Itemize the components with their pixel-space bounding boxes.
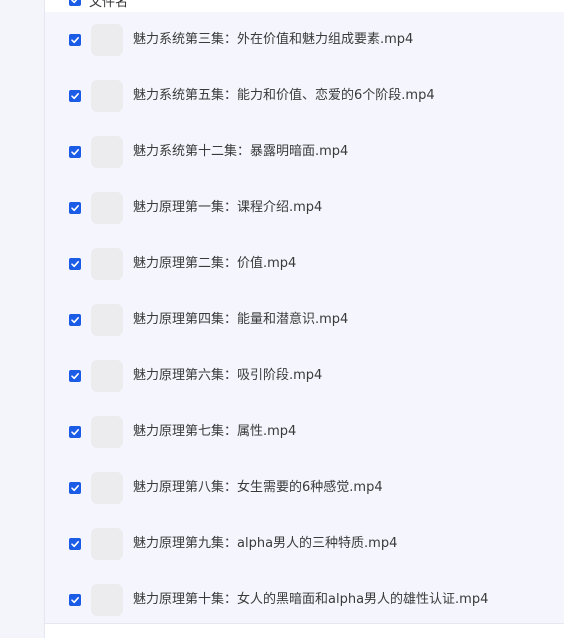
list-footer [45, 624, 564, 638]
file-row[interactable]: 魅力原理第十集：女人的黑暗面和alpha男人的雄性认证.mp4 [45, 572, 564, 628]
file-name: 魅力原理第四集：能量和潜意识.mp4 [133, 312, 349, 327]
file-name: 魅力原理第六集：吸引阶段.mp4 [133, 368, 323, 383]
file-checkbox[interactable] [69, 314, 81, 326]
video-file-icon [91, 248, 123, 280]
file-checkbox[interactable] [69, 538, 81, 550]
play-icon [105, 484, 111, 492]
file-checkbox[interactable] [69, 90, 81, 102]
column-header-filename: 文件名 [89, 0, 129, 10]
file-row[interactable]: 魅力原理第一集：课程介绍.mp4 [45, 180, 564, 236]
video-file-icon [91, 360, 123, 392]
checkmark-icon [71, 93, 79, 100]
file-checkbox[interactable] [69, 146, 81, 158]
file-checkbox[interactable] [69, 34, 81, 46]
file-checkbox[interactable] [69, 482, 81, 494]
file-name: 魅力系统第五集：能力和价值、恋爱的6个阶段.mp4 [133, 88, 435, 103]
video-file-icon [91, 472, 123, 504]
checkmark-icon [71, 485, 79, 492]
checkmark-icon [71, 541, 79, 548]
file-list-panel: 文件名 魅力系统第三集：外在价值和魅力组成要素.mp4 魅力系统第五集：能力和价… [45, 0, 564, 638]
video-file-icon [91, 136, 123, 168]
play-icon [105, 540, 111, 548]
file-checkbox[interactable] [69, 594, 81, 606]
file-row[interactable]: 魅力原理第七集：属性.mp4 [45, 404, 564, 460]
file-name: 魅力原理第七集：属性.mp4 [133, 424, 297, 439]
video-file-icon [91, 24, 123, 56]
file-name: 魅力系统第十二集：暴露明暗面.mp4 [133, 144, 349, 159]
file-checkbox[interactable] [69, 426, 81, 438]
checkmark-icon [71, 261, 79, 268]
play-icon [105, 372, 111, 380]
play-icon [105, 260, 111, 268]
checkmark-icon [71, 429, 79, 436]
file-row[interactable]: 魅力原理第二集：价值.mp4 [45, 236, 564, 292]
play-icon [105, 36, 111, 44]
checkmark-icon [71, 597, 79, 604]
video-file-icon [91, 304, 123, 336]
file-name: 魅力原理第十集：女人的黑暗面和alpha男人的雄性认证.mp4 [133, 592, 489, 607]
play-icon [105, 428, 111, 436]
file-name: 魅力原理第一集：课程介绍.mp4 [133, 200, 323, 215]
file-row[interactable]: 魅力原理第八集：女生需要的6种感觉.mp4 [45, 460, 564, 516]
file-row[interactable]: 魅力系统第五集：能力和价值、恋爱的6个阶段.mp4 [45, 68, 564, 124]
play-icon [105, 316, 111, 324]
file-name: 魅力系统第三集：外在价值和魅力组成要素.mp4 [133, 32, 414, 47]
file-row[interactable]: 魅力原理第六集：吸引阶段.mp4 [45, 348, 564, 404]
video-file-icon [91, 528, 123, 560]
file-row[interactable]: 魅力系统第三集：外在价值和魅力组成要素.mp4 [45, 12, 564, 68]
play-icon [105, 92, 111, 100]
file-name: 魅力原理第八集：女生需要的6种感觉.mp4 [133, 480, 383, 495]
left-sidebar-strip [0, 0, 45, 638]
file-checkbox[interactable] [69, 258, 81, 270]
file-list[interactable]: 文件名 魅力系统第三集：外在价值和魅力组成要素.mp4 魅力系统第五集：能力和价… [45, 0, 564, 624]
play-icon [105, 596, 111, 604]
file-checkbox[interactable] [69, 202, 81, 214]
play-icon [105, 204, 111, 212]
video-file-icon [91, 80, 123, 112]
file-row[interactable]: 魅力原理第九集：alpha男人的三种特质.mp4 [45, 516, 564, 572]
checkmark-icon [71, 149, 79, 156]
file-selection-page: 文件名 魅力系统第三集：外在价值和魅力组成要素.mp4 魅力系统第五集：能力和价… [0, 0, 564, 638]
checkmark-icon [71, 0, 78, 4]
list-header-row: 文件名 [45, 0, 564, 12]
file-row[interactable]: 魅力原理第四集：能量和潜意识.mp4 [45, 292, 564, 348]
file-name: 魅力原理第二集：价值.mp4 [133, 256, 297, 271]
play-icon [105, 148, 111, 156]
checkmark-icon [71, 37, 79, 44]
select-all-checkbox[interactable] [69, 0, 81, 6]
file-name: 魅力原理第九集：alpha男人的三种特质.mp4 [133, 536, 398, 551]
file-row[interactable]: 魅力系统第十二集：暴露明暗面.mp4 [45, 124, 564, 180]
checkmark-icon [71, 317, 79, 324]
file-checkbox[interactable] [69, 370, 81, 382]
checkmark-icon [71, 373, 79, 380]
video-file-icon [91, 416, 123, 448]
video-file-icon [91, 192, 123, 224]
checkmark-icon [71, 205, 79, 212]
video-file-icon [91, 584, 123, 616]
